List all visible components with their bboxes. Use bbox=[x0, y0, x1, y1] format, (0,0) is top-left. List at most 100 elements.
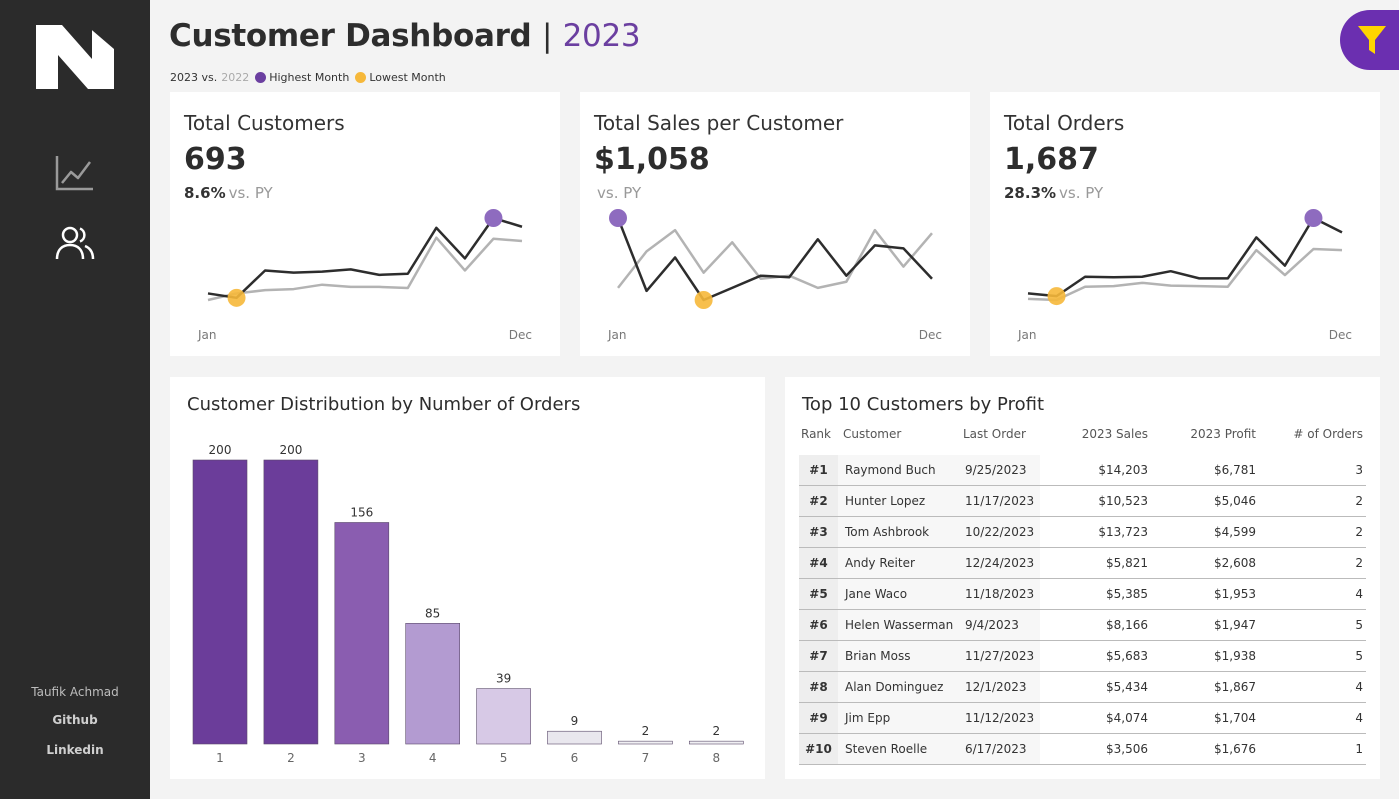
cell-sales: $14,203 bbox=[1098, 463, 1148, 477]
bar-value-label: 85 bbox=[425, 606, 440, 620]
cell-profit: $1,704 bbox=[1214, 711, 1256, 725]
cell-rank: #9 bbox=[799, 703, 838, 733]
cell-customer: Brian Moss bbox=[845, 649, 911, 663]
x-axis-end-label: Dec bbox=[509, 328, 532, 342]
cell-orders: 2 bbox=[1355, 556, 1363, 570]
table-row[interactable]: #3 Tom Ashbrook 10/22/2023 $13,723 $4,599 2 bbox=[799, 517, 1366, 548]
lowest-month-marker bbox=[1047, 287, 1066, 306]
table-row[interactable]: #8 Alan Dominguez 12/1/2023 $5,434 $1,867 4 bbox=[799, 672, 1366, 703]
cell-customer: Jane Waco bbox=[845, 587, 908, 601]
highest-month-marker bbox=[1304, 209, 1323, 227]
cell-sales: $5,683 bbox=[1106, 649, 1148, 663]
x-tick-label: 5 bbox=[500, 751, 508, 765]
cell-rank: #7 bbox=[799, 641, 838, 671]
users-icon[interactable] bbox=[54, 222, 96, 264]
bar-value-label: 200 bbox=[279, 443, 302, 457]
column-header-sales[interactable]: 2023 Sales bbox=[1082, 427, 1148, 441]
x-axis-end-label: Dec bbox=[1329, 328, 1352, 342]
cell-last-order: 10/22/2023 bbox=[965, 525, 1035, 539]
cell-orders: 5 bbox=[1355, 618, 1363, 632]
kpi-title: Total Customers bbox=[184, 111, 345, 135]
table-row[interactable]: #4 Andy Reiter 12/24/2023 $5,821 $2,608 2 bbox=[799, 548, 1366, 579]
kpi-card-sales-per-customer: Total Sales per Customer $1,058 vs. PY J… bbox=[580, 92, 970, 356]
cell-sales: $5,385 bbox=[1106, 587, 1148, 601]
cell-orders: 3 bbox=[1355, 463, 1363, 477]
cell-profit: $4,599 bbox=[1214, 525, 1256, 539]
table-row[interactable]: #5 Jane Waco 11/18/2023 $5,385 $1,953 4 bbox=[799, 579, 1366, 610]
cell-orders: 4 bbox=[1355, 587, 1363, 601]
github-link[interactable]: Github bbox=[0, 713, 150, 727]
kpi-value: 1,687 bbox=[1004, 142, 1099, 177]
legend-lowest-label: Lowest Month bbox=[369, 71, 446, 84]
author-name: Taufik Achmad bbox=[31, 685, 119, 699]
cell-orders: 2 bbox=[1355, 494, 1363, 508]
lowest-month-marker bbox=[227, 288, 246, 307]
kpi-card-total-customers: Total Customers 693 8.6% vs. PY Jan Dec bbox=[170, 92, 560, 356]
column-header-rank[interactable]: Rank bbox=[801, 427, 831, 441]
line-chart-icon[interactable] bbox=[54, 152, 96, 194]
sidebar: Taufik Achmad Github Linkedin bbox=[0, 0, 150, 799]
cell-rank: #8 bbox=[799, 672, 838, 702]
column-header-profit[interactable]: 2023 Profit bbox=[1190, 427, 1256, 441]
cell-customer: Tom Ashbrook bbox=[845, 525, 930, 539]
x-tick-label: 2 bbox=[287, 751, 295, 765]
x-tick-label: 7 bbox=[642, 751, 650, 765]
legend-prior-year: 2022 bbox=[221, 71, 250, 84]
cell-sales: $13,723 bbox=[1098, 525, 1148, 539]
cell-last-order: 11/12/2023 bbox=[965, 711, 1035, 725]
linkedin-link[interactable]: Linkedin bbox=[0, 743, 150, 757]
bar-value-label: 2 bbox=[712, 724, 720, 738]
highest-month-marker bbox=[609, 209, 627, 227]
cell-customer: Jim Epp bbox=[845, 711, 891, 725]
table-row[interactable]: #6 Helen Wasserman 9/4/2023 $8,166 $1,947 5 bbox=[799, 610, 1366, 641]
cell-orders: 4 bbox=[1355, 680, 1363, 694]
series-line-2023 bbox=[616, 217, 933, 302]
cell-customer: Steven Roelle bbox=[845, 742, 928, 756]
bar bbox=[192, 459, 248, 745]
series-line-2022 bbox=[207, 236, 523, 302]
cell-rank: #1 bbox=[799, 455, 838, 485]
x-axis-start-label: Jan bbox=[197, 328, 217, 342]
sparkline-total-customers: Jan Dec bbox=[197, 209, 532, 342]
cell-rank: #2 bbox=[799, 486, 838, 516]
table-row[interactable]: #7 Brian Moss 11/27/2023 $5,683 $1,938 5 bbox=[799, 641, 1366, 672]
cell-sales: $5,821 bbox=[1106, 556, 1148, 570]
cell-sales: $8,166 bbox=[1106, 618, 1148, 632]
filter-button[interactable] bbox=[1340, 10, 1399, 70]
title-separator: | bbox=[541, 18, 553, 54]
column-header-orders[interactable]: # of Orders bbox=[1293, 427, 1363, 441]
cell-customer: Alan Dominguez bbox=[845, 680, 944, 694]
bar bbox=[405, 623, 460, 745]
legend-current-year: 2023 vs. bbox=[170, 71, 218, 84]
cell-sales: $3,506 bbox=[1106, 742, 1148, 756]
cell-profit: $2,608 bbox=[1214, 556, 1256, 570]
column-header-last-order[interactable]: Last Order bbox=[963, 427, 1026, 441]
cell-rank: #3 bbox=[799, 517, 838, 547]
kpi-title: Total Sales per Customer bbox=[594, 111, 844, 135]
bar-value-label: 156 bbox=[350, 505, 373, 519]
cell-profit: $5,046 bbox=[1214, 494, 1256, 508]
cell-profit: $1,938 bbox=[1214, 649, 1256, 663]
table-row[interactable]: #9 Jim Epp 11/12/2023 $4,074 $1,704 4 bbox=[799, 703, 1366, 734]
cell-rank: #10 bbox=[799, 734, 838, 764]
series-line-2023 bbox=[1027, 216, 1343, 298]
cell-customer: Helen Wasserman bbox=[845, 618, 954, 632]
cell-profit: $1,676 bbox=[1214, 742, 1256, 756]
x-tick-label: 4 bbox=[429, 751, 437, 765]
cell-profit: $1,947 bbox=[1214, 618, 1256, 632]
column-header-customer[interactable]: Customer bbox=[843, 427, 901, 441]
table-row[interactable]: #10 Steven Roelle 6/17/2023 $3,506 $1,676 1 bbox=[799, 734, 1366, 765]
page-title-text: Customer Dashboard bbox=[169, 18, 532, 54]
title-year: 2023 bbox=[562, 18, 641, 54]
cell-last-order: 9/25/2023 bbox=[965, 463, 1027, 477]
cell-customer: Andy Reiter bbox=[845, 556, 915, 570]
cell-customer: Raymond Buch bbox=[845, 463, 936, 477]
x-tick-label: 3 bbox=[358, 751, 366, 765]
cell-last-order: 6/17/2023 bbox=[965, 742, 1027, 756]
table-row[interactable]: #1 Raymond Buch 9/25/2023 $14,203 $6,781 3 bbox=[799, 455, 1366, 486]
bar bbox=[263, 459, 319, 745]
cell-last-order: 11/17/2023 bbox=[965, 494, 1035, 508]
bar-value-label: 9 bbox=[571, 714, 579, 728]
legend: 2023 vs. 2022 Highest Month Lowest Month bbox=[170, 71, 446, 84]
table-row[interactable]: #2 Hunter Lopez 11/17/2023 $10,523 $5,046 2 bbox=[799, 486, 1366, 517]
